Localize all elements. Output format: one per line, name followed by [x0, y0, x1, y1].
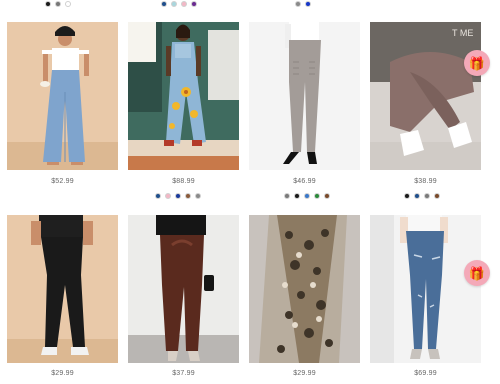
- product-price-2: $88.99: [172, 178, 195, 185]
- product-price-7: $29.99: [293, 370, 316, 377]
- product-image-3[interactable]: [249, 22, 360, 170]
- product-image-7[interactable]: [249, 215, 360, 363]
- swatch[interactable]: [175, 192, 181, 199]
- swatch[interactable]: [155, 192, 161, 199]
- product-image-8[interactable]: [370, 215, 481, 363]
- product-price-5: $29.99: [51, 370, 74, 377]
- product-price-8: $69.99: [414, 370, 437, 377]
- top-swatches-2: [161, 0, 197, 7]
- swatch[interactable]: [424, 192, 430, 199]
- swatch[interactable]: [314, 192, 320, 199]
- gift-button[interactable]: 🎁: [464, 260, 490, 286]
- product-swatches-4: [404, 192, 440, 199]
- product-image-1[interactable]: [7, 22, 118, 170]
- swatch[interactable]: [191, 0, 197, 7]
- top-swatches-1: [45, 0, 71, 7]
- swatch[interactable]: [181, 0, 187, 7]
- swatch[interactable]: [305, 0, 311, 7]
- product-image-5[interactable]: [7, 215, 118, 363]
- image-overlay-text: T ME: [452, 28, 473, 38]
- swatch[interactable]: [295, 0, 301, 7]
- top-swatches-3: [295, 0, 311, 7]
- swatch[interactable]: [195, 192, 201, 199]
- swatch[interactable]: [65, 0, 71, 7]
- swatch[interactable]: [304, 192, 310, 199]
- product-image-6[interactable]: [128, 215, 239, 363]
- swatch[interactable]: [161, 0, 167, 7]
- swatch[interactable]: [171, 0, 177, 7]
- product-image-2[interactable]: [128, 22, 239, 170]
- swatch[interactable]: [284, 192, 290, 199]
- swatch[interactable]: [185, 192, 191, 199]
- swatch[interactable]: [165, 192, 171, 199]
- swatch[interactable]: [404, 192, 410, 199]
- product-swatches-3: [284, 192, 330, 199]
- gift-icon: 🎁: [468, 265, 486, 281]
- product-price-3: $46.99: [293, 178, 316, 185]
- swatch[interactable]: [294, 192, 300, 199]
- product-price-1: $52.99: [51, 178, 74, 185]
- gift-button[interactable]: 🎁: [464, 50, 490, 76]
- product-price-6: $37.99: [172, 370, 195, 377]
- gift-icon: 🎁: [468, 55, 486, 71]
- product-swatches-2: [155, 192, 201, 199]
- product-price-4: $38.99: [414, 178, 437, 185]
- swatch[interactable]: [55, 0, 61, 7]
- swatch[interactable]: [324, 192, 330, 199]
- swatch[interactable]: [414, 192, 420, 199]
- swatch[interactable]: [45, 0, 51, 7]
- product-image-4[interactable]: T ME: [370, 22, 481, 170]
- swatch[interactable]: [434, 192, 440, 199]
